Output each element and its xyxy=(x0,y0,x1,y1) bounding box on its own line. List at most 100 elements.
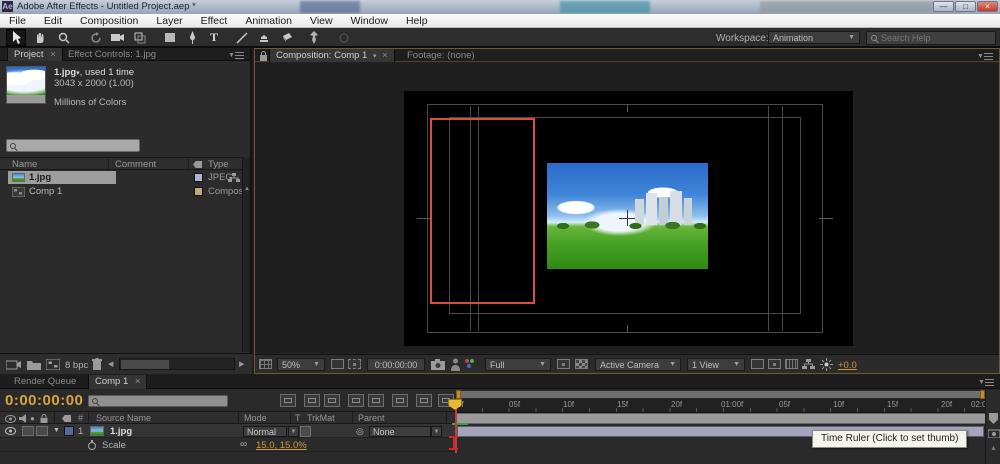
lock-well[interactable] xyxy=(36,426,48,436)
menu-view[interactable]: View xyxy=(301,14,342,28)
rectangle-tool-icon[interactable] xyxy=(160,29,180,46)
menu-animation[interactable]: Animation xyxy=(236,14,301,28)
timeline-search-input[interactable] xyxy=(102,396,224,406)
close-icon[interactable]: × xyxy=(382,50,388,61)
hide-shy-layers-icon[interactable] xyxy=(324,394,340,407)
tab-timeline-comp[interactable]: Comp 1 × xyxy=(88,375,147,389)
column-mode[interactable]: Mode xyxy=(244,413,267,423)
work-area-bar[interactable] xyxy=(455,413,985,424)
3d-view-dropdown[interactable]: Active Camera ▼ xyxy=(595,358,681,371)
minimize-button[interactable]: — xyxy=(933,1,954,12)
label-swatch[interactable] xyxy=(194,173,203,182)
scrollbar-thumb[interactable] xyxy=(121,360,169,369)
close-button[interactable]: × xyxy=(977,1,998,12)
solo-well[interactable] xyxy=(22,426,34,436)
chevron-down-icon[interactable]: ▼ xyxy=(288,426,299,437)
chevron-down-icon[interactable]: ▾ xyxy=(373,53,377,60)
comp-marker-icon[interactable] xyxy=(989,413,998,424)
new-folder-icon[interactable] xyxy=(27,359,41,370)
close-icon[interactable]: × xyxy=(50,49,56,60)
expand-layer-icon[interactable]: ▼ xyxy=(53,427,60,434)
type-tool-icon[interactable]: T xyxy=(204,29,224,46)
label-column-icon[interactable] xyxy=(193,161,202,168)
safe-margins-icon[interactable] xyxy=(331,359,344,369)
column-name[interactable]: Name xyxy=(12,159,37,170)
label-swatch[interactable] xyxy=(194,187,203,196)
layer-row[interactable]: ▼ 1 1.jpg Normal ▼ ◎ None ▼ xyxy=(0,424,455,438)
axis-mode-icon[interactable] xyxy=(334,29,354,46)
panel-menu-icon[interactable]: ▼ xyxy=(978,378,994,387)
maximize-button[interactable]: □ xyxy=(955,1,976,12)
snapshot-camera-icon[interactable] xyxy=(431,359,445,370)
brush-tool-icon[interactable] xyxy=(232,29,252,46)
rotation-tool-icon[interactable] xyxy=(86,29,106,46)
new-composition-icon[interactable] xyxy=(46,359,60,370)
close-icon[interactable]: × xyxy=(135,376,141,387)
panel-menu-icon[interactable]: ▼ xyxy=(977,52,993,61)
project-horizontal-scrollbar[interactable] xyxy=(119,358,235,370)
blend-mode-dropdown[interactable]: Normal xyxy=(243,426,287,437)
menu-effect[interactable]: Effect xyxy=(192,14,237,28)
comp-timecode[interactable]: 0:00:00:00 xyxy=(367,358,425,371)
delete-icon[interactable] xyxy=(92,358,102,370)
camera-tool-icon[interactable] xyxy=(108,29,128,46)
region-of-interest-icon[interactable] xyxy=(348,359,361,369)
bit-depth-button[interactable]: 8 bpc xyxy=(65,360,88,371)
column-parent[interactable]: Parent xyxy=(358,413,385,423)
puppet-pin-tool-icon[interactable] xyxy=(304,29,324,46)
timeline-button-icon[interactable] xyxy=(785,359,798,369)
column-type[interactable]: Type xyxy=(208,159,229,170)
parent-pickwhip-icon[interactable]: ◎ xyxy=(356,426,364,437)
time-navigator[interactable] xyxy=(456,390,985,399)
pen-tool-icon[interactable] xyxy=(182,29,202,46)
eraser-tool-icon[interactable] xyxy=(276,29,296,46)
lock-panel-icon[interactable] xyxy=(259,51,268,61)
project-search[interactable] xyxy=(6,139,140,152)
column-comment[interactable]: Comment xyxy=(115,159,156,170)
transparency-grid-icon[interactable] xyxy=(575,359,588,369)
fast-previews-icon[interactable] xyxy=(768,359,781,369)
frame-blending-icon[interactable] xyxy=(348,394,364,407)
menu-file[interactable]: File xyxy=(0,14,35,28)
pan-behind-tool-icon[interactable] xyxy=(130,29,150,46)
menu-edit[interactable]: Edit xyxy=(35,14,71,28)
title-bar[interactable]: Ae Adobe After Effects - Untitled Projec… xyxy=(0,0,1000,14)
zoom-tool-icon[interactable] xyxy=(54,29,74,46)
property-row-scale[interactable]: Scale ∞ 15.0, 15.0% xyxy=(0,438,455,452)
tab-render-queue[interactable]: Render Queue xyxy=(8,375,82,388)
project-search-input[interactable] xyxy=(20,141,136,151)
chevron-down-icon[interactable]: ▼ xyxy=(431,426,442,437)
menu-window[interactable]: Window xyxy=(342,14,397,28)
scroll-up-icon[interactable]: ▲ xyxy=(990,445,997,452)
layer-visibility-eye-icon[interactable] xyxy=(5,427,16,435)
layer-name[interactable]: 1.jpg xyxy=(110,426,132,437)
layer-color-swatch[interactable] xyxy=(64,426,74,436)
scale-value[interactable]: 15.0, 15.0% xyxy=(256,440,307,451)
table-row[interactable]: 1.jpg JPEG xyxy=(0,171,244,185)
show-snapshot-icon[interactable] xyxy=(451,358,460,371)
panel-menu-icon[interactable]: ▼ xyxy=(228,51,244,60)
time-ruler[interactable]: 0f 05f 10f 15f 20f 01:00f 05f 10f 15f 20… xyxy=(455,399,985,413)
brainstorm-icon[interactable] xyxy=(392,394,408,407)
current-time-display[interactable]: 0:00:00:00 xyxy=(5,392,83,409)
scroll-left-icon[interactable]: ◀ xyxy=(108,360,113,368)
tab-footage[interactable]: Footage: (none) xyxy=(401,49,481,62)
column-trkmat[interactable]: TrkMat xyxy=(307,413,335,423)
grid-options-icon[interactable] xyxy=(259,359,272,369)
footage-thumbnail[interactable] xyxy=(6,66,46,104)
target-region-icon[interactable] xyxy=(557,359,570,369)
tab-composition[interactable]: Composition: Comp 1 ▾ × xyxy=(269,49,395,62)
timeline-search[interactable] xyxy=(88,395,228,407)
channel-colors-icon[interactable] xyxy=(465,359,478,370)
tab-effect-controls[interactable]: Effect Controls: 1.jpg xyxy=(62,48,162,61)
stopwatch-icon[interactable] xyxy=(88,442,96,450)
interpret-footage-icon[interactable] xyxy=(6,359,21,370)
clone-stamp-tool-icon[interactable] xyxy=(254,29,274,46)
column-t[interactable]: T xyxy=(295,413,301,423)
selection-tool-icon[interactable] xyxy=(6,29,26,46)
scroll-up-icon[interactable]: ▲ xyxy=(244,186,250,192)
column-number[interactable]: # xyxy=(78,413,83,423)
selection-rectangle[interactable] xyxy=(430,118,535,304)
help-search[interactable] xyxy=(866,31,996,45)
composition-viewport[interactable] xyxy=(255,63,999,353)
